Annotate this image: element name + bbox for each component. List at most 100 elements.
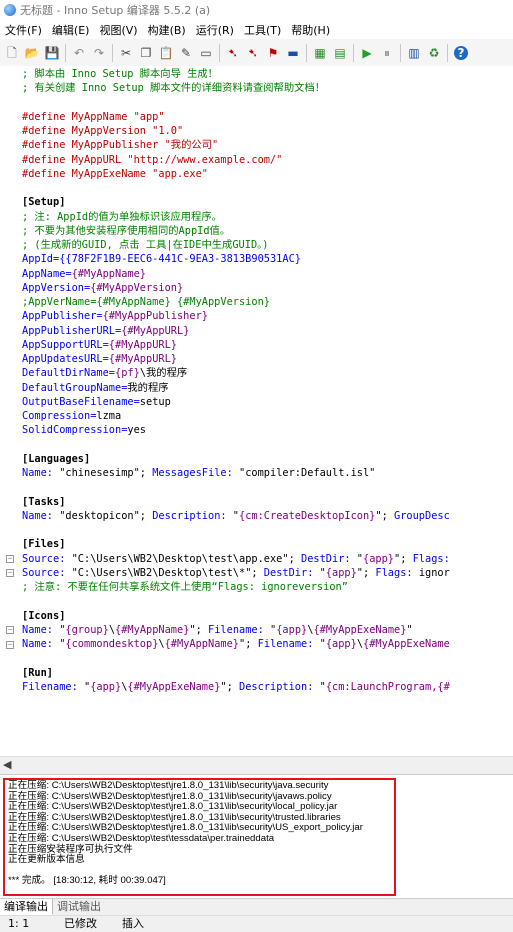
menu-bar: 文件(F) 编辑(E) 视图(V) 构建(B) 运行(R) 工具(T) 帮助(H) bbox=[0, 20, 513, 39]
code-token: Flags: bbox=[375, 566, 419, 579]
code-token: {app} bbox=[90, 680, 122, 693]
pause-icon[interactable]: ⏸ bbox=[378, 44, 396, 62]
compile-selection-icon[interactable]: ➷ bbox=[244, 44, 262, 62]
toolbar-separator bbox=[65, 43, 66, 62]
code-line: Compression=lzma bbox=[22, 409, 450, 423]
code-token: ; 脚本由 Inno Setup 脚本向导 生成！ bbox=[22, 68, 218, 80]
fold-marker-icon[interactable]: − bbox=[6, 640, 14, 649]
code-token: ; 注: AppId的值为单独标识该应用程序。 bbox=[22, 210, 222, 223]
compile-icon[interactable]: ➷ bbox=[224, 44, 242, 62]
code-line: #define MyAppVersion "1.0" bbox=[22, 124, 450, 138]
toolbar-separator bbox=[447, 43, 448, 62]
code-token: Name: bbox=[22, 509, 60, 522]
menu-item[interactable]: 视图(V) bbox=[94, 22, 142, 38]
code-token: ; 有关创建 Inno Setup 脚本文件的详细资料请查阅帮助文档！ bbox=[22, 82, 326, 95]
code-token: {#MyAppExeName} bbox=[127, 680, 221, 693]
code-token: DefaultDirName= bbox=[22, 367, 115, 380]
code-token: "desktopicon" bbox=[59, 509, 140, 522]
run-icon[interactable]: ▶ bbox=[358, 44, 376, 62]
code-token: Filename: bbox=[22, 680, 84, 693]
code-line: Filename: "{app}\{#MyAppExeName}"; Descr… bbox=[22, 680, 450, 694]
build-icon[interactable]: ▦ bbox=[311, 44, 329, 62]
code-token: yes bbox=[127, 424, 146, 437]
code-token: \我的程序 bbox=[139, 367, 188, 380]
paste-icon[interactable]: 📋 bbox=[157, 44, 175, 62]
window-title: 无标题 - Inno Setup 编译器 5.5.2 (a) bbox=[20, 4, 211, 17]
code-line: Name: "chinesesimp"; MessagesFile: "comp… bbox=[22, 466, 450, 480]
code-line: AppPublisherURL={#MyAppURL} bbox=[22, 324, 450, 338]
stop-build-icon[interactable]: ▤ bbox=[331, 44, 349, 62]
code-token: {#MyAppURL} bbox=[121, 324, 190, 337]
code-token: {#MyAppExeName bbox=[363, 638, 450, 650]
code-line: ; (生成新的GUID, 点击 工具|在IDE中生成GUID。) bbox=[22, 238, 450, 252]
code-token: ; bbox=[381, 509, 394, 522]
undo-icon[interactable]: ↶ bbox=[70, 44, 88, 62]
code-token: {#MyAppName} bbox=[164, 638, 240, 650]
code-line: AppUpdatesURL={#MyAppURL} bbox=[22, 352, 450, 366]
copy-icon[interactable]: ❐ bbox=[137, 44, 155, 62]
menu-item[interactable]: 运行(R) bbox=[191, 22, 239, 38]
code-token: [Tasks] bbox=[22, 495, 66, 508]
code-token: Filename: bbox=[208, 623, 271, 636]
code-line: #define MyAppPublisher "我的公司" bbox=[22, 138, 450, 152]
menu-item[interactable]: 工具(T) bbox=[239, 22, 286, 38]
code-line: AppName={#MyAppName} bbox=[22, 267, 450, 281]
open-folder-icon[interactable]: 📂 bbox=[23, 44, 41, 62]
scroll-left-icon[interactable]: ◀ bbox=[3, 758, 11, 771]
code-line: [Languages] bbox=[22, 452, 450, 466]
code-token: {app} bbox=[363, 552, 394, 565]
code-line: Source: "C:\Users\WB2\Desktop\test\*"; D… bbox=[22, 566, 450, 580]
code-token: MessagesFile: bbox=[152, 467, 239, 479]
code-token: Filename: bbox=[257, 638, 320, 650]
code-token: AppId={{78F2F1B9-EEC6-441C-9EA3-3813B905… bbox=[22, 253, 301, 266]
fold-marker-icon[interactable]: − bbox=[6, 569, 14, 578]
output-tabs: 编译输出 调试输出 bbox=[0, 898, 513, 915]
code-token: AppName= bbox=[22, 267, 72, 280]
code-token: ; bbox=[400, 552, 413, 565]
wizard-icon[interactable]: ▥ bbox=[405, 44, 423, 62]
code-token: #define MyAppVersion "1.0" bbox=[22, 125, 184, 137]
code-token: Name: bbox=[22, 467, 60, 479]
code-line: ; 脚本由 Inno Setup 脚本向导 生成！ bbox=[22, 67, 450, 81]
toolbar-separator bbox=[400, 43, 401, 62]
code-token: ; (生成新的GUID, 点击 工具|在IDE中生成GUID。) bbox=[22, 239, 269, 251]
fold-marker-icon[interactable]: − bbox=[6, 626, 14, 635]
replace-icon[interactable]: ▬ bbox=[284, 44, 302, 62]
settings-icon[interactable]: ♻ bbox=[425, 44, 443, 62]
code-token: ; bbox=[245, 638, 258, 650]
horizontal-scrollbar[interactable]: ◀ bbox=[0, 756, 513, 774]
code-line: ;AppVerName={#MyAppName} {#MyAppVersion} bbox=[22, 295, 450, 309]
script-editor[interactable]: ; 脚本由 Inno Setup 脚本向导 生成！ ; 有关创建 Inno Set… bbox=[0, 66, 513, 756]
code-token: ; bbox=[226, 680, 240, 693]
help-icon[interactable]: ? bbox=[454, 45, 468, 60]
menu-item[interactable]: 构建(B) bbox=[143, 22, 191, 38]
file-icon[interactable]: ▭ bbox=[197, 44, 215, 62]
menu-item[interactable]: 文件(F) bbox=[0, 22, 47, 38]
tab-compile-output[interactable]: 编译输出 bbox=[0, 899, 53, 915]
fold-marker-icon[interactable]: − bbox=[6, 555, 14, 563]
code-token: {#MyAppName} bbox=[71, 267, 147, 280]
menu-item[interactable]: 编辑(E) bbox=[47, 22, 95, 38]
code-token: {commondesktop} bbox=[65, 638, 159, 650]
find-icon[interactable]: ⚑ bbox=[264, 44, 282, 62]
cut-icon[interactable]: ✂ bbox=[117, 44, 135, 62]
code-token: lzma bbox=[96, 410, 122, 422]
code-token: [Icons] bbox=[22, 609, 66, 622]
code-line: [Run] bbox=[22, 666, 450, 680]
code-token: Description: bbox=[152, 509, 233, 522]
code-token: DestDir: bbox=[263, 566, 320, 579]
redo-icon[interactable]: ↷ bbox=[90, 44, 108, 62]
new-file-icon[interactable]: 🗋 bbox=[3, 44, 21, 62]
menu-item[interactable]: 帮助(H) bbox=[286, 22, 335, 38]
code-line: Name: "desktopicon"; Description: "{cm:C… bbox=[22, 509, 450, 523]
code-token: "chinesesimp" bbox=[59, 467, 140, 479]
toolbar-separator bbox=[112, 43, 113, 62]
code-line: ; 注: AppId的值为单独标识该应用程序。 bbox=[22, 210, 450, 224]
code-token: AppPublisherURL= bbox=[22, 324, 122, 337]
code-token: "compiler:Default.isl" bbox=[239, 467, 376, 479]
edit-icon[interactable]: ✎ bbox=[177, 44, 195, 62]
code-token: #define MyAppExeName "app.exe" bbox=[22, 167, 208, 180]
tab-debug-output[interactable]: 调试输出 bbox=[53, 899, 105, 914]
save-icon[interactable]: 💾 bbox=[43, 44, 61, 62]
